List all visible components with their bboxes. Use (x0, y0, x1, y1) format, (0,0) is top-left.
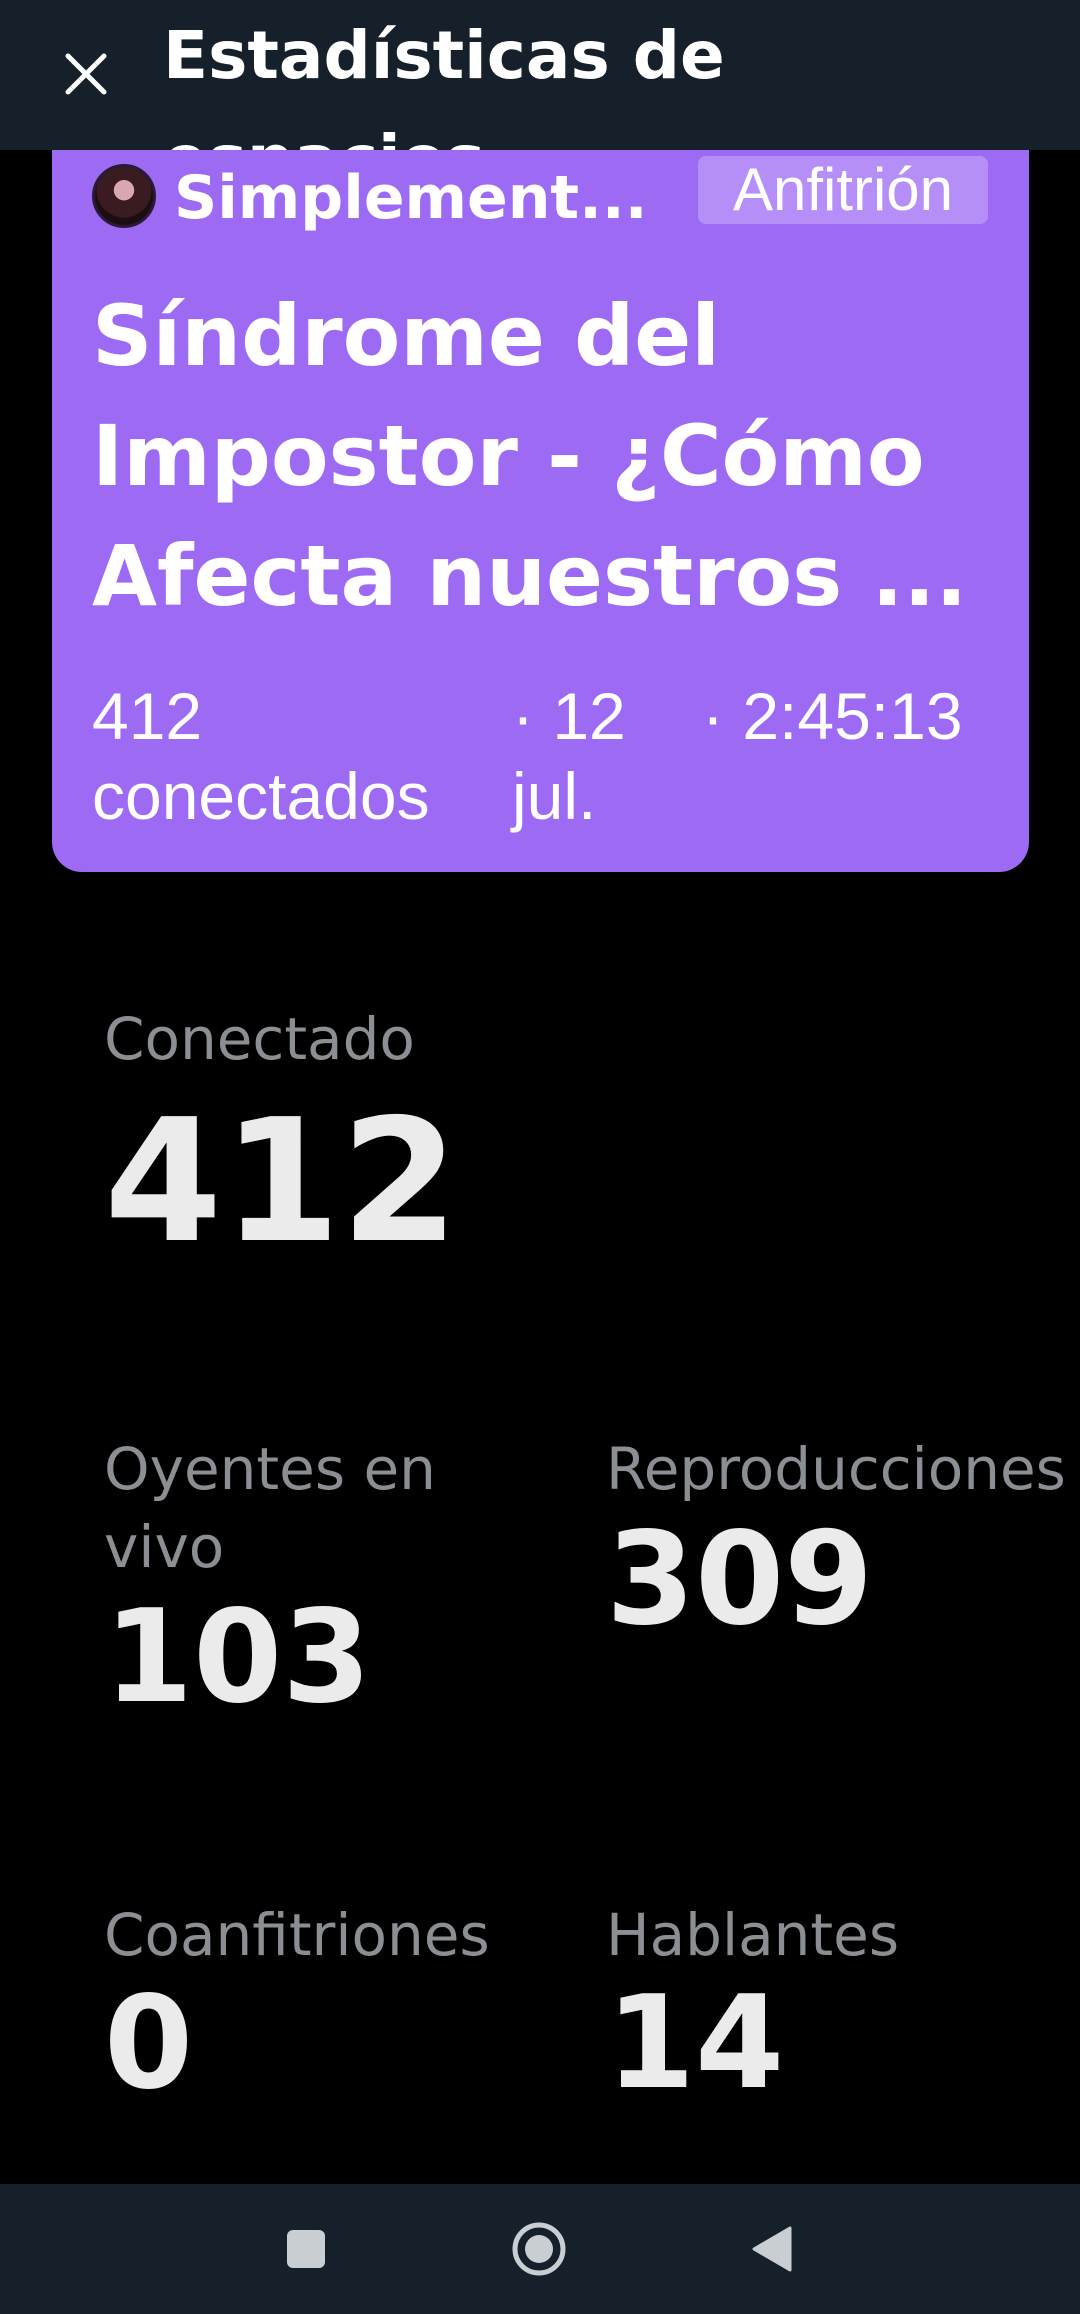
host-name: Simplement... (174, 163, 648, 233)
space-title: Síndrome del Impostor - ¿Cómo Afecta nue… (92, 287, 968, 625)
home-button[interactable] (499, 2209, 579, 2289)
stat-value: 103 (104, 1583, 372, 1732)
back-button[interactable] (732, 2209, 812, 2289)
page-title: Estadísticas de espacios (163, 17, 725, 150)
circle-icon (512, 2222, 566, 2276)
stat-cohosts: Coanfitriones 0 (104, 1896, 584, 2114)
stat-label: Reproducciones de grabaciones (606, 1435, 1080, 1503)
stat-label: Coanfitriones (104, 1901, 490, 1969)
avatar (92, 164, 156, 228)
stat-value: 309 (606, 1505, 874, 1654)
stat-value: 412 (104, 1083, 459, 1281)
stat-value: 14 (606, 1969, 785, 2118)
space-duration: · 2:45:13 (702, 679, 963, 753)
stat-label: Oyentes en vivo (104, 1435, 436, 1581)
top-bar: Estadísticas de espacios (0, 0, 1080, 150)
space-connected-count: 412 conectados (92, 679, 430, 833)
stat-label: Hablantes (606, 1901, 900, 1969)
stat-connected: Conectado 412 (104, 1000, 804, 1282)
stat-speakers: Hablantes 14 (606, 1896, 1080, 2114)
stat-value: 0 (104, 1969, 194, 2118)
square-icon (287, 2230, 325, 2268)
host-badge: Anfitrión (698, 156, 988, 224)
space-card[interactable]: Simplement... Anfitrión Síndrome del Imp… (52, 120, 1029, 872)
triangle-back-icon (752, 2226, 792, 2272)
recents-button[interactable] (266, 2209, 346, 2289)
stat-replays: Reproducciones de grabaciones 309 (606, 1430, 1080, 1650)
stat-label: Conectado (104, 1005, 415, 1073)
close-icon (65, 53, 107, 95)
close-button[interactable] (46, 34, 126, 114)
stat-live-listeners: Oyentes en vivo 103 (104, 1430, 524, 1728)
space-date: · 12 jul. (512, 679, 626, 833)
system-navigation-bar (0, 2184, 1080, 2314)
